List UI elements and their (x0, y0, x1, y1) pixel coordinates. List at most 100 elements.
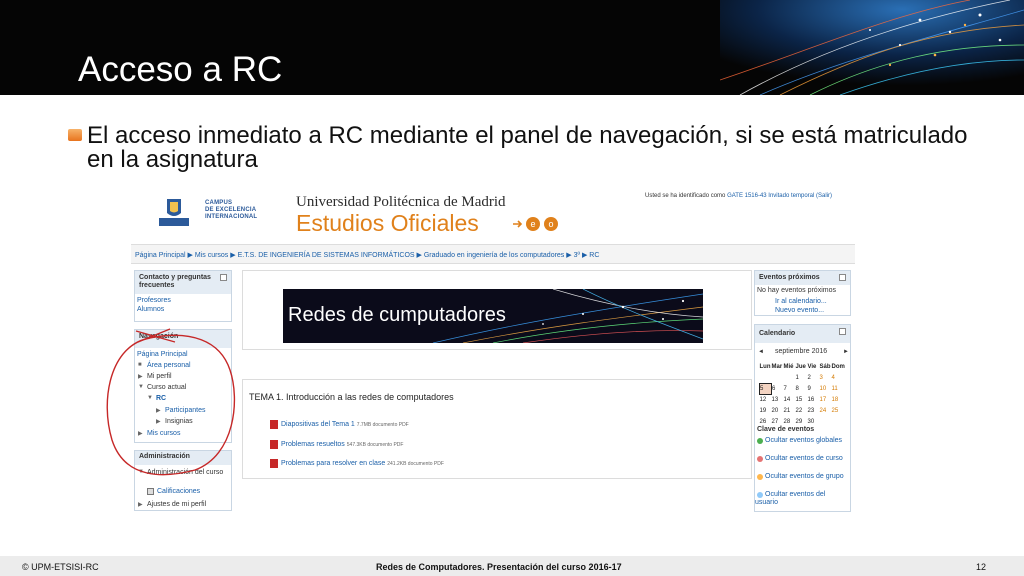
svg-text:o: o (548, 219, 553, 229)
campus-line-1: CAMPUS (205, 200, 233, 206)
calendar-week-row: 1234 (760, 372, 845, 383)
expand-arrow-icon[interactable]: ▶ (138, 373, 143, 380)
calendar-month: septiembre 2016 (775, 348, 828, 355)
pdf-icon (270, 420, 278, 429)
nav-area-personal[interactable]: Área personal (147, 362, 191, 370)
calendar-day[interactable]: 19 (760, 405, 772, 416)
estudios-oficiales-title: Estudios Oficiales (296, 210, 479, 236)
calendar-day[interactable]: 24 (820, 405, 832, 416)
calendar-link[interactable]: Ir al calendario... (775, 298, 827, 306)
new-event-link[interactable]: Nuevo evento... (775, 307, 824, 315)
calendar-day[interactable]: 2 (808, 372, 820, 383)
contact-item-alumnos[interactable]: Alumnos (137, 306, 164, 314)
admin-ajustes-perfil[interactable]: Ajustes de mi perfil (147, 501, 206, 509)
file-item: Problemas resueltos 547.3KB documento PD… (281, 441, 403, 448)
next-month-button[interactable]: ► (843, 348, 849, 356)
calendar-block: Calendario ◄ septiembre 2016 ► Lun Mar Mié… (754, 324, 851, 512)
calendar-block-title: Calendario (755, 325, 850, 343)
calendar-day[interactable]: 22 (796, 405, 808, 416)
bullet-icon: ■ (138, 362, 142, 368)
calendar-day[interactable]: 1 (796, 372, 808, 383)
calendar-day[interactable]: 9 (808, 383, 820, 394)
weekday-label: Lun (759, 363, 771, 370)
calendar-week-row: 5 6 7 8 9 10 11 (759, 382, 845, 395)
event-key-title: Clave de eventos (757, 426, 815, 433)
breadcrumb[interactable]: Página Principal ▶ Mis cursos ▶ E.T.S. D… (135, 251, 599, 259)
admin-curso[interactable]: Administración del curso (147, 469, 227, 477)
admin-calificaciones[interactable]: Calificaciones (157, 488, 200, 496)
expand-arrow-icon[interactable]: ▶ (138, 501, 143, 508)
prev-month-button[interactable]: ◄ (758, 348, 764, 356)
event-key-toggle[interactable]: Ocultar eventos de grupo (755, 473, 845, 481)
calendar-day[interactable]: 4 (832, 372, 845, 383)
moodle-screenshot: CAMPUS DE EXCELENCIA INTERNACIONAL Unive… (131, 186, 855, 514)
weekday-label: Mié (783, 363, 794, 370)
event-key-toggle[interactable]: Ocultar eventos globales (755, 437, 845, 445)
weekday-label: Jue (795, 363, 806, 370)
collapse-icon[interactable] (839, 328, 846, 335)
eo-logo-icon: e o (513, 217, 558, 231)
calendar-day[interactable]: 3 (820, 372, 832, 383)
expand-arrow-icon[interactable]: ▶ (156, 407, 161, 414)
university-name: Universidad Politécnica de Madrid (296, 194, 506, 210)
calendar-grid: Lun Mar Mié Jue Vie Sáb Dom 1 2 3 4 5 6 7 8 9 10 11 12 13 14… (759, 361, 845, 427)
calendar-weekday-row: Lun Mar Mié Jue Vie Sáb Dom (760, 361, 845, 372)
calendar-day[interactable]: 5 (759, 382, 772, 395)
calendar-day[interactable]: 6 (772, 383, 784, 394)
upm-crest-logo[interactable] (153, 196, 195, 234)
login-info: Usted se ha identificado como GATE 1516-… (645, 193, 832, 199)
nav-mis-cursos[interactable]: Mis cursos (147, 430, 180, 438)
calendar-day[interactable]: 20 (772, 405, 784, 416)
collapse-arrow-icon[interactable]: ▼ (138, 384, 144, 390)
collapse-icon[interactable] (220, 274, 227, 281)
calendar-day (772, 372, 784, 383)
topic-section: TEMA 1. Introducción a las redes de comp… (242, 379, 752, 479)
calendar-day[interactable]: 14 (784, 394, 796, 405)
calendar-day[interactable]: 10 (820, 383, 832, 394)
contact-item-profesores[interactable]: Profesores (137, 297, 171, 305)
calendar-day[interactable]: 7 (784, 383, 796, 394)
file-link[interactable]: Problemas resueltos (281, 441, 345, 448)
campus-line-2: DE EXCELENCIA (205, 207, 257, 213)
file-link[interactable]: Diapositivas del Tema 1 (281, 421, 355, 428)
calendar-day[interactable]: 13 (772, 394, 784, 405)
collapse-arrow-icon[interactable]: ▼ (138, 469, 144, 475)
login-user-link[interactable]: GATE 1516-43 Invitado temporal (Salir) (727, 193, 832, 199)
calendar-day[interactable]: 17 (820, 394, 832, 405)
nav-insignias[interactable]: Insignias (165, 418, 193, 426)
file-meta: 241.2KB documento PDF (387, 461, 444, 467)
calendar-day[interactable]: 8 (796, 383, 808, 394)
campus-line-3: INTERNACIONAL (205, 214, 258, 220)
calendar-day[interactable]: 23 (808, 405, 820, 416)
calendar-day[interactable]: 15 (796, 394, 808, 405)
no-events-text: No hay eventos próximos (757, 287, 836, 294)
calendar-day[interactable]: 11 (832, 383, 845, 394)
nav-rc[interactable]: RC (156, 395, 166, 403)
calendar-day[interactable]: 21 (784, 405, 796, 416)
collapse-arrow-icon[interactable]: ▼ (147, 395, 153, 401)
nav-pagina-principal[interactable]: Página Principal (137, 351, 188, 359)
calendar-day (832, 416, 845, 427)
calendar-day[interactable]: 25 (832, 405, 845, 416)
event-key-toggle[interactable]: Ocultar eventos de curso (755, 455, 845, 463)
expand-arrow-icon[interactable]: ▶ (156, 418, 161, 425)
collapse-icon[interactable] (839, 274, 846, 281)
file-item: Diapositivas del Tema 1 7.7MB documento … (281, 421, 409, 428)
bullet-text: El acceso inmediato a RC mediante el pan… (87, 122, 968, 173)
file-meta: 547.3KB documento PDF (346, 442, 404, 448)
slide-footer: © UPM-ETSISI-RC Redes de Computadores. P… (0, 556, 1024, 576)
calendar-week-row: 19 20 21 22 23 24 25 (760, 405, 845, 416)
event-key-toggle[interactable]: Ocultar eventos del usuario (755, 491, 845, 507)
calendar-day[interactable]: 12 (760, 394, 772, 405)
weekday-label: Vie (807, 363, 817, 370)
nav-curso-actual[interactable]: Curso actual (147, 384, 186, 392)
navigation-block: Navegación Página Principal ■ Área perso… (134, 329, 232, 443)
expand-arrow-icon[interactable]: ▶ (138, 430, 143, 437)
nav-mi-perfil[interactable]: Mi perfil (147, 373, 172, 381)
calendar-day[interactable]: 18 (832, 394, 845, 405)
file-link[interactable]: Problemas para resolver en clase (281, 460, 385, 467)
login-prefix: Usted se ha identificado como (645, 193, 726, 199)
calendar-day[interactable]: 16 (808, 394, 820, 405)
file-meta: 7.7MB documento PDF (356, 422, 409, 428)
nav-participantes[interactable]: Participantes (165, 407, 205, 415)
